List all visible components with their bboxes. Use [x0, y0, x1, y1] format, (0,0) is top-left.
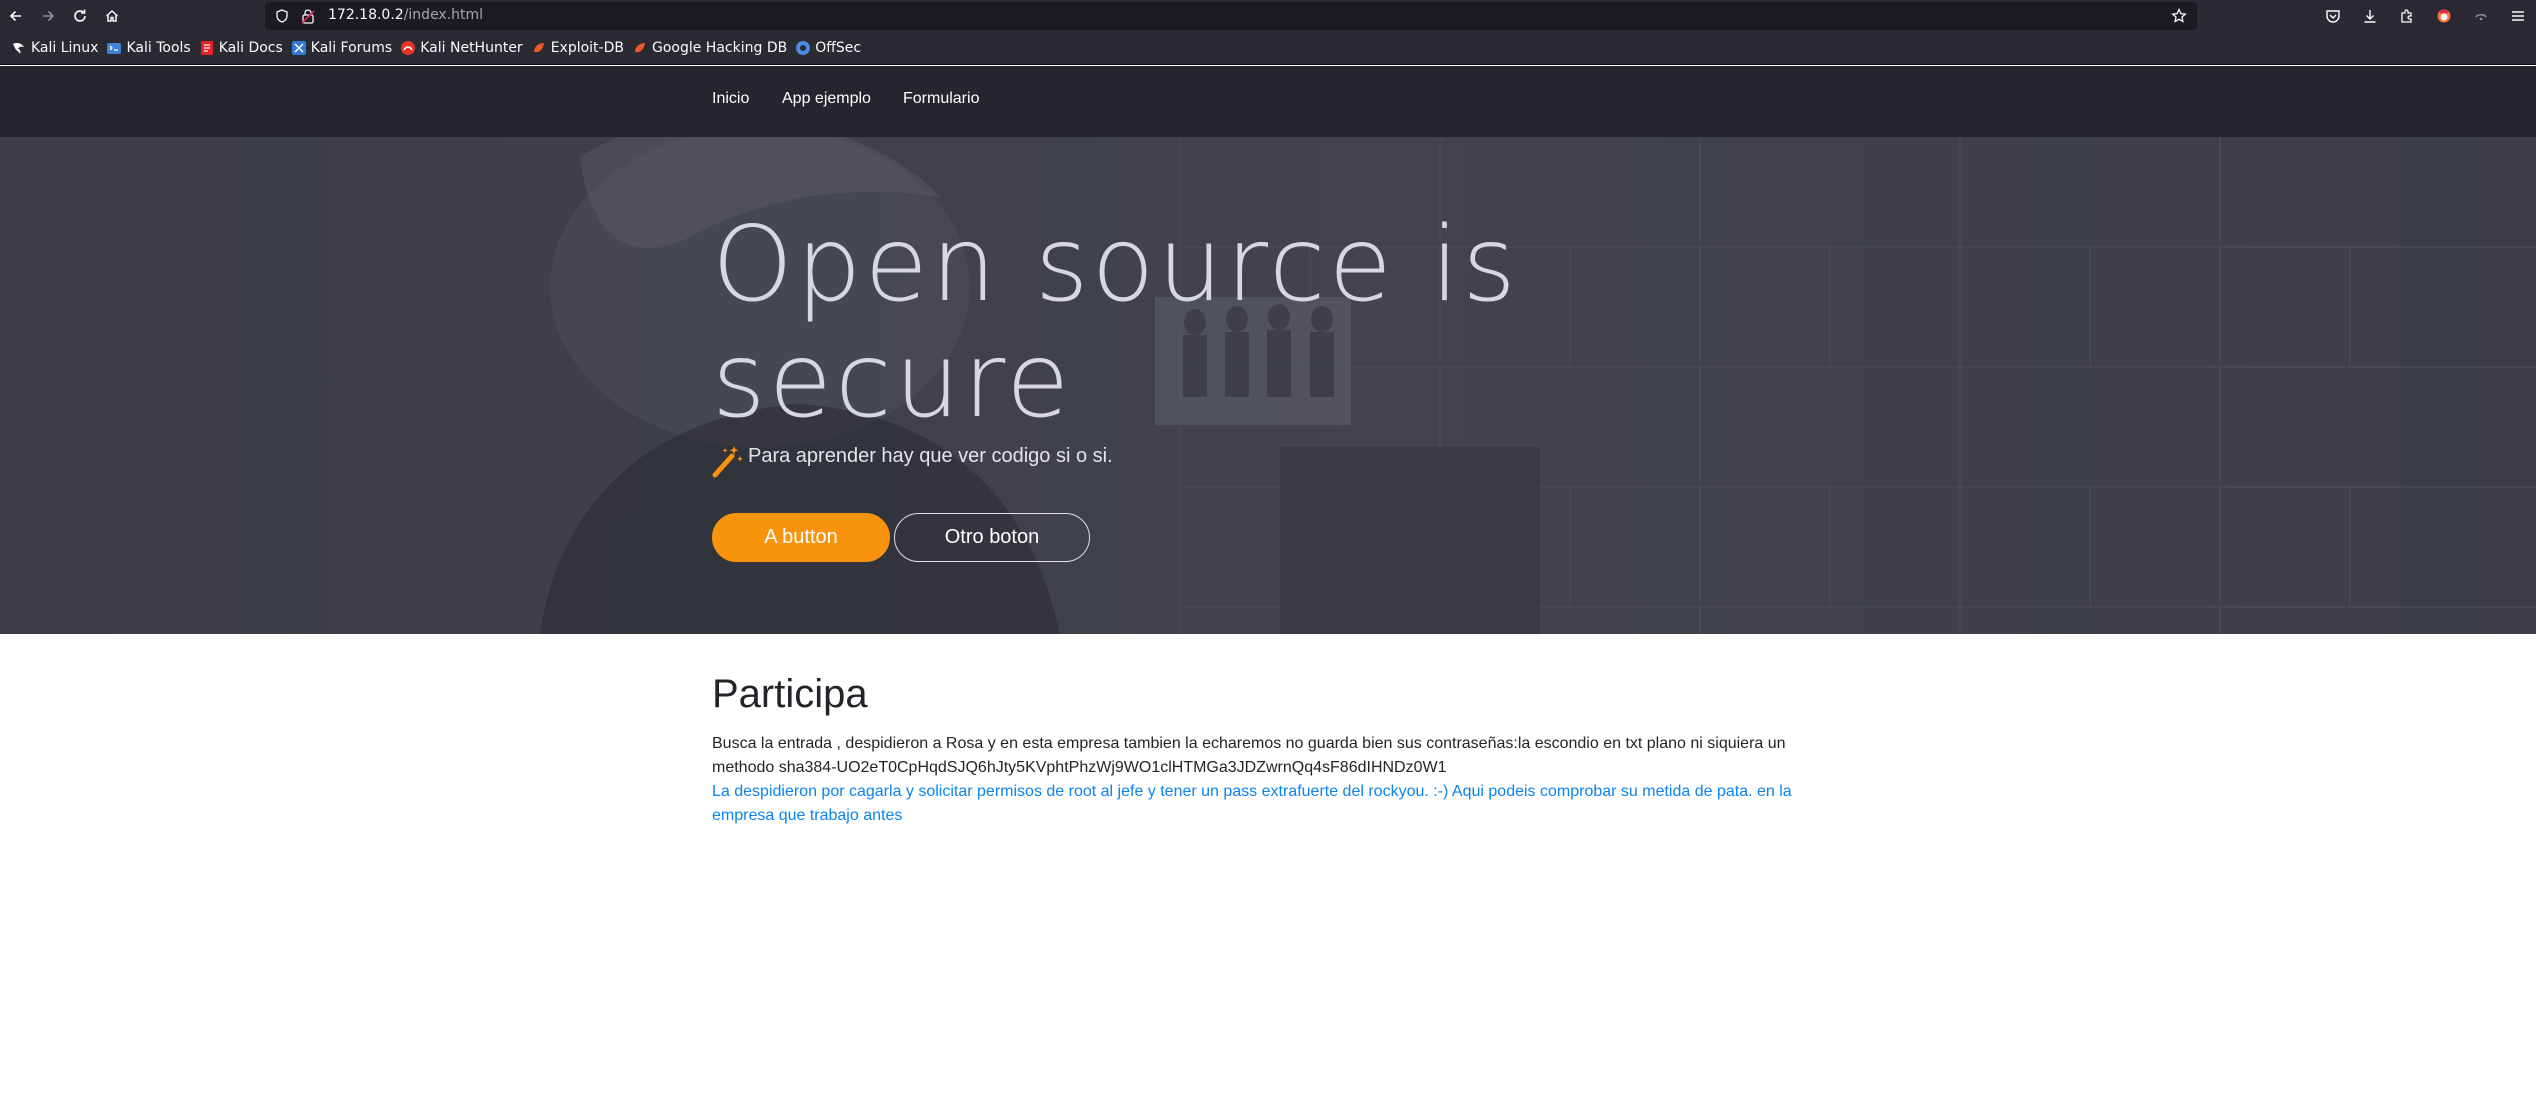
kali-forums-icon	[291, 41, 306, 55]
otro-boton-button[interactable]: Otro boton	[894, 513, 1090, 562]
bookmark-label: Kali Linux	[31, 40, 99, 56]
bookmark-label: OffSec	[815, 40, 862, 56]
home-button[interactable]	[96, 0, 128, 32]
url-text[interactable]: 172.18.0.2/index.html	[328, 7, 483, 23]
section-link[interactable]: La despidieron por cagarla y solicitar p…	[712, 780, 1802, 828]
nav-link-app-ejemplo[interactable]: App ejemplo	[782, 90, 871, 108]
bookmark-kali-linux[interactable]: Kali Linux	[10, 36, 103, 60]
url-bar[interactable]: 172.18.0.2/index.html	[265, 2, 2197, 30]
bookmark-label: Exploit-DB	[550, 40, 624, 56]
reload-icon	[74, 9, 86, 22]
tracking-shield-icon[interactable]	[275, 9, 289, 23]
bookmark-label: Google Hacking DB	[651, 40, 788, 56]
section-paragraph: Busca la entrada , despidieron a Rosa y …	[712, 735, 1786, 776]
hero-title: Open source is secure	[712, 205, 1519, 441]
vpn-icon	[2474, 13, 2487, 21]
forward-button[interactable]	[32, 0, 64, 32]
downloads-button[interactable]	[2351, 0, 2388, 32]
nav-link-inicio[interactable]: Inicio	[712, 90, 749, 108]
download-icon	[2364, 10, 2375, 23]
home-icon	[105, 9, 119, 22]
a-button[interactable]: A button	[712, 513, 890, 562]
bookmark-kali-tools[interactable]: Kali Tools	[105, 36, 195, 60]
forward-arrow-icon	[43, 10, 55, 22]
kali-tools-icon	[107, 43, 122, 54]
bookmark-google-hacking-db[interactable]: Google Hacking DB	[631, 36, 792, 60]
hero-subtitle-row: Para aprender hay que ver codigo si o si…	[712, 442, 1113, 478]
bookmark-kali-nethunter[interactable]: Kali NetHunter	[399, 36, 527, 60]
vpn-button[interactable]	[2462, 0, 2499, 32]
bookmark-label: Kali NetHunter	[420, 40, 523, 56]
back-button[interactable]	[0, 0, 32, 32]
bookmark-label: Kali Forums	[310, 40, 393, 56]
bookmark-label: Kali Tools	[126, 40, 191, 56]
back-arrow-icon	[9, 10, 21, 22]
app-menu-button[interactable]	[2499, 0, 2536, 32]
section-heading: Participa	[712, 672, 868, 716]
firefox-profile-icon	[2437, 9, 2450, 23]
pocket-icon	[2325, 10, 2340, 23]
bookmarks-bar: Kali Linux Kali Tools Kali Docs Kali For…	[0, 32, 2536, 65]
kali-dragon-icon	[13, 43, 24, 54]
exploit-db-icon	[533, 43, 544, 53]
toolbar-right-tools	[2314, 0, 2536, 32]
reload-button[interactable]	[64, 0, 96, 32]
bookmark-offsec[interactable]: OffSec	[794, 36, 866, 60]
bookmark-star-icon[interactable]	[2171, 8, 2187, 24]
bookmark-kali-forums[interactable]: Kali Forums	[290, 36, 397, 60]
hero-subtitle: Para aprender hay que ver codigo si o si…	[748, 444, 1113, 467]
kali-docs-icon	[200, 41, 213, 55]
puzzle-icon	[2400, 9, 2412, 23]
magic-wand-icon	[712, 446, 743, 478]
ghdb-icon	[634, 43, 645, 53]
url-path: /index.html	[403, 7, 484, 23]
url-host: 172.18.0.2	[328, 7, 404, 23]
browser-toolbar: 172.18.0.2/index.html	[0, 0, 2536, 32]
participa-section: Participa Busca la entrada , despidieron…	[712, 670, 1802, 828]
offsec-icon	[796, 41, 811, 55]
site-navbar: Inicio App ejemplo Formulario	[0, 66, 2536, 137]
firefox-account-button[interactable]	[2425, 0, 2462, 32]
nethunter-icon	[401, 41, 416, 55]
hero-section: Open source is secure Para aprender hay …	[0, 137, 2536, 634]
hamburger-menu-icon	[2511, 11, 2524, 21]
bookmark-label: Kali Docs	[218, 40, 283, 56]
insecure-lock-icon[interactable]	[301, 8, 315, 24]
pocket-button[interactable]	[2314, 0, 2351, 32]
extensions-button[interactable]	[2388, 0, 2425, 32]
nav-link-formulario[interactable]: Formulario	[903, 90, 979, 108]
bookmark-kali-docs[interactable]: Kali Docs	[198, 36, 288, 60]
bookmark-exploit-db[interactable]: Exploit-DB	[530, 36, 629, 60]
